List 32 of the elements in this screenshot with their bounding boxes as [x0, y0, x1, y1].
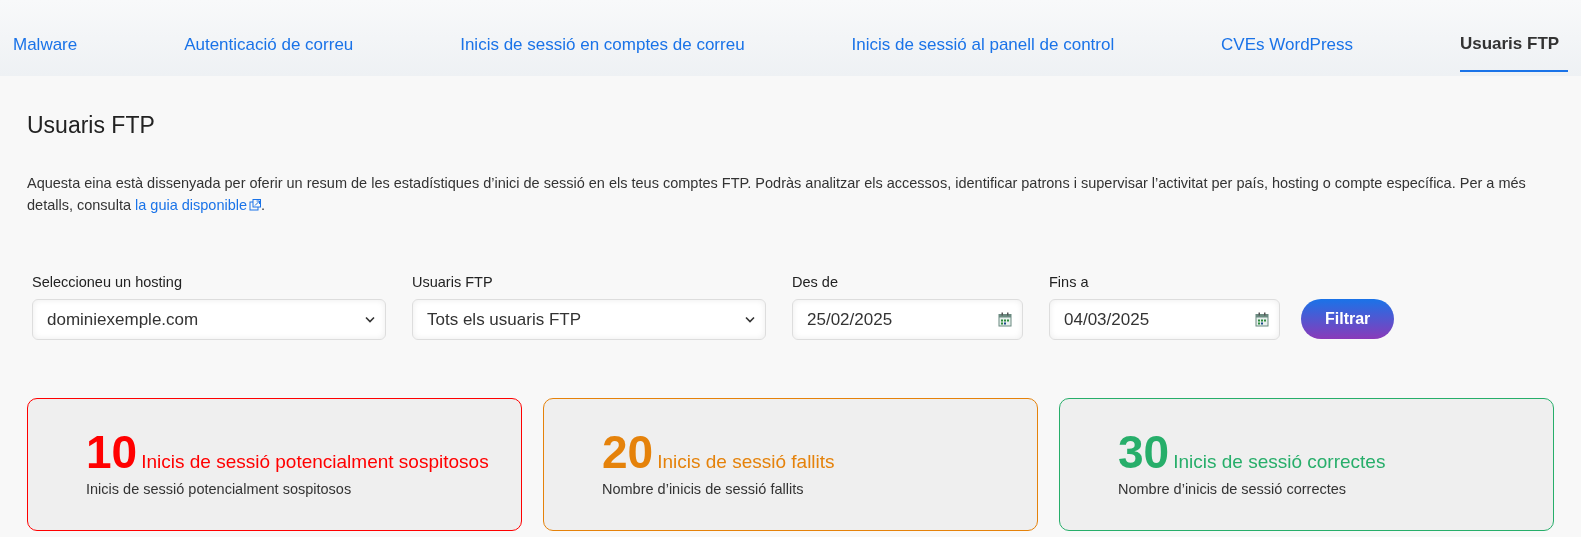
field-label: Usuaris FTP	[412, 274, 494, 290]
nav-tab[interactable]: Autenticació de correu	[184, 0, 354, 72]
field-label: Fins a	[1049, 274, 1090, 290]
calendar-icon	[1255, 312, 1269, 327]
stat-caption: Nombre d’inicis de sessió fallits	[602, 481, 805, 497]
chevron-down-icon	[365, 316, 375, 323]
stat-count: 30	[1118, 429, 1170, 475]
nav-tab[interactable]: Malware	[13, 0, 78, 72]
nav-tab[interactable]: CVEs WordPress	[1221, 0, 1354, 72]
stat-title: Inicis de sessió fallits	[657, 451, 835, 473]
page-title: Usuaris FTP	[27, 112, 156, 139]
nav-tab[interactable]: Inicis de sessió en comptes de correu	[460, 0, 745, 72]
select-field[interactable]: dominiexemple.com	[32, 299, 386, 340]
guide-link[interactable]: la guia disponible	[135, 197, 262, 213]
description-text: Aquesta eina està dissenyada per oferir un resum de les estadístiques d’inici de sessió en els teus comptes FTP. Podràs analitzar els accessos, identificar patrons i supervisar l’activitat per país, hosting o compte específica. Per a més detalls, consulta la guia disponible .	[27, 174, 1527, 215]
field-label: Seleccioneu un hosting	[32, 274, 183, 290]
stat-caption: Nombre d’inicis de sessió correctes	[1118, 481, 1348, 497]
date-field[interactable]: 04/03/2025	[1049, 299, 1280, 340]
date-field[interactable]: 25/02/2025	[792, 299, 1023, 340]
select-field[interactable]: Tots els usuaris FTP	[412, 299, 766, 340]
field-label: Des de	[792, 274, 839, 290]
calendar-icon	[998, 312, 1012, 327]
stat-title: Inicis de sessió potencialment sospitosos	[141, 451, 489, 473]
stat-caption: Inicis de sessió potencialment sospitosos	[86, 481, 353, 497]
nav-tab[interactable]: Usuaris FTP	[1459, 0, 1568, 72]
stat-count: 10	[86, 429, 138, 475]
chevron-down-icon	[745, 316, 755, 323]
stat-count: 20	[602, 429, 654, 475]
filter-button[interactable]: Filtrar	[1301, 299, 1395, 339]
external-link-icon	[249, 199, 262, 211]
stat-title: Inicis de sessió correctes	[1173, 451, 1386, 473]
nav-tab[interactable]: Inicis de sessió al panell de control	[851, 0, 1115, 72]
